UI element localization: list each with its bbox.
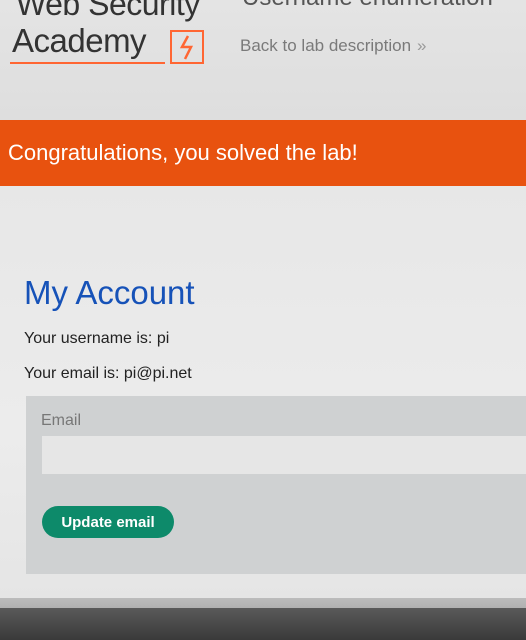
email-field[interactable] <box>42 436 526 474</box>
page-title: My Account <box>24 274 195 311</box>
double-chevron-right-icon: » <box>417 36 427 55</box>
lightning-bolt-icon <box>170 30 204 64</box>
back-to-lab-link[interactable]: Back to lab description » <box>240 36 427 56</box>
logo-underline <box>10 62 165 64</box>
logo-text-line2: Academy <box>12 22 147 59</box>
main-content: My Account Your username is: pi Your ema… <box>0 186 526 598</box>
lab-solved-banner: Congratulations, you solved the lab! <box>0 120 526 186</box>
lab-title: Username enumeration <box>242 0 493 12</box>
monitor-bezel <box>0 608 526 640</box>
email-info: Your email is: pi@pi.net <box>24 365 192 382</box>
username-info: Your username is: pi <box>24 330 170 347</box>
update-email-button[interactable]: Update email <box>42 506 174 538</box>
site-header: Web Security Academy Username enumeratio… <box>0 0 526 120</box>
web-security-academy-logo[interactable]: Web Security Academy <box>10 0 220 66</box>
back-link-label: Back to lab description <box>240 36 412 55</box>
logo-text-line1: Web Security <box>16 0 200 22</box>
change-email-form: Email Update email <box>26 396 526 574</box>
email-label: Email <box>41 412 82 429</box>
banner-message: Congratulations, you solved the lab! <box>8 140 358 165</box>
